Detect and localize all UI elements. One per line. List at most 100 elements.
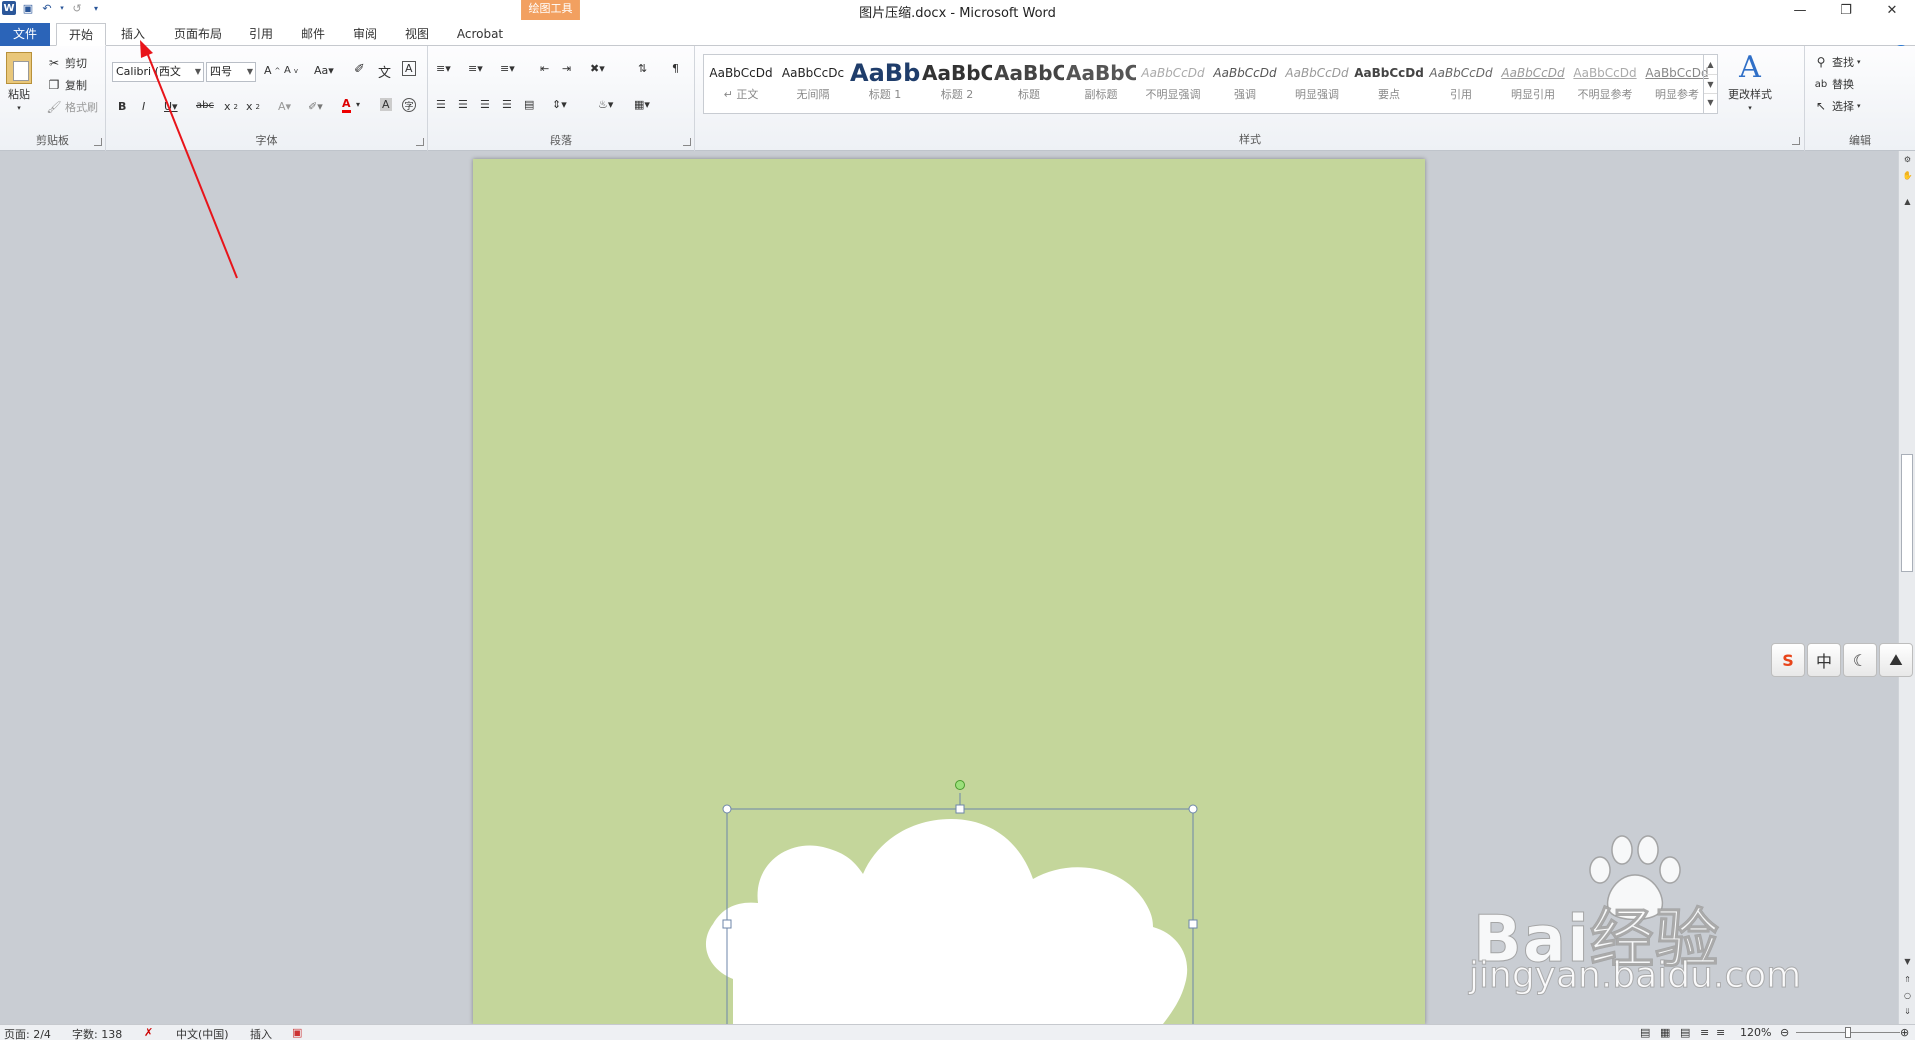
clipboard-launcher-icon[interactable] — [94, 138, 102, 146]
tab-view[interactable]: 视图 — [396, 23, 438, 46]
style-quote[interactable]: AaBbCcDd 引用 — [1426, 58, 1496, 112]
restore-button[interactable]: ❐ — [1823, 0, 1869, 20]
style-intense-reference[interactable]: AaBbCcDd 明显参考 — [1642, 58, 1712, 112]
change-styles-button[interactable]: A 更改样式 ▾ — [1728, 52, 1772, 113]
full-screen-view-icon[interactable]: ▦ — [1660, 1026, 1670, 1039]
phonetic-guide-icon[interactable]: 文 — [378, 62, 391, 81]
tab-acrobat[interactable]: Acrobat — [450, 23, 510, 46]
moon-icon[interactable]: ☾ — [1843, 643, 1877, 677]
style-no-spacing[interactable]: AaBbCcDc 无间隔 — [778, 58, 848, 112]
text-effects-icon[interactable]: A▾ — [278, 100, 291, 113]
outline-view-icon[interactable]: ≡ — [1700, 1026, 1709, 1039]
decrease-indent-icon[interactable]: ⇤ — [540, 62, 549, 75]
resize-handle-top[interactable] — [955, 804, 965, 814]
grow-font-icon[interactable]: A ^ — [264, 64, 280, 77]
font-size-field[interactable]: 四号 ▼ — [206, 62, 256, 82]
resize-handle-right[interactable] — [1188, 919, 1198, 929]
superscript-icon[interactable]: x2 — [246, 100, 260, 113]
justify-icon[interactable]: ☰ — [502, 98, 512, 111]
browse-icon[interactable]: ✋ — [1899, 171, 1915, 185]
font-color-icon[interactable]: A — [342, 98, 351, 113]
align-center-icon[interactable]: ☰ — [458, 98, 468, 111]
align-right-icon[interactable]: ☰ — [480, 98, 490, 111]
sogou-icon[interactable]: S — [1771, 643, 1805, 677]
style-intense-quote[interactable]: AaBbCcDd 明显引用 — [1498, 58, 1568, 112]
multilevel-list-icon[interactable]: ≡▾ — [500, 62, 515, 75]
gallery-down-icon[interactable]: ▼ — [1704, 74, 1717, 93]
style-strong[interactable]: AaBbCcDd 要点 — [1354, 58, 1424, 112]
zoom-level[interactable]: 120% — [1740, 1026, 1771, 1039]
line-spacing-icon[interactable]: ⇕▾ — [552, 98, 567, 111]
numbering-icon[interactable]: ≡▾ — [468, 62, 483, 75]
word-count[interactable]: 字数: 138 — [72, 1026, 122, 1040]
copy-button[interactable]: ❐ 复制 — [46, 77, 87, 93]
enclose-characters-icon[interactable]: 字 — [402, 98, 416, 112]
resize-handle-top-right[interactable] — [1188, 804, 1198, 814]
style-subtle-reference[interactable]: AaBbCcDd 不明显参考 — [1570, 58, 1640, 112]
resize-handle-top-left[interactable] — [722, 804, 732, 814]
style-emphasis[interactable]: AaBbCcDd 强调 — [1210, 58, 1280, 112]
chinese-layout-icon[interactable]: ✖▾ — [590, 62, 605, 75]
subscript-icon[interactable]: x2 — [224, 100, 238, 113]
tab-mailings[interactable]: 邮件 — [292, 23, 334, 46]
styles-launcher-icon[interactable] — [1792, 137, 1800, 145]
print-layout-view-icon[interactable]: ▤ — [1640, 1026, 1650, 1039]
draft-view-icon[interactable]: ≡ — [1716, 1026, 1725, 1039]
format-painter-button[interactable]: 🖌 格式刷 — [46, 99, 98, 115]
style-subtle-emphasis[interactable]: AaBbCcDd 不明显强调 — [1138, 58, 1208, 112]
find-button[interactable]: ⚲ 查找 ▾ — [1813, 54, 1861, 70]
gallery-up-icon[interactable]: ▲ — [1704, 55, 1717, 74]
increase-indent-icon[interactable]: ⇥ — [562, 62, 571, 75]
styles-gallery-scroll[interactable]: ▲ ▼ ▼ — [1703, 55, 1717, 113]
ime-mode-button[interactable]: 中 — [1807, 643, 1841, 677]
insert-mode-indicator[interactable]: 插入 — [250, 1026, 272, 1040]
shirt-icon[interactable]: ⛰ — [1879, 643, 1913, 677]
italic-icon[interactable]: I — [142, 100, 145, 113]
character-shading-icon[interactable]: A — [380, 98, 392, 111]
style-normal[interactable]: AaBbCcDd ↵ 正文 — [706, 58, 776, 112]
document-area[interactable] — [0, 151, 1898, 1024]
zoom-in-icon[interactable]: ⊕ — [1900, 1026, 1909, 1039]
language-indicator[interactable]: 中文(中国) — [176, 1026, 229, 1040]
page-indicator[interactable]: 页面: 2/4 — [4, 1026, 51, 1040]
cut-button[interactable]: ✂ 剪切 — [46, 55, 87, 71]
zoom-slider-thumb[interactable] — [1845, 1027, 1851, 1038]
document-page[interactable] — [473, 159, 1425, 1024]
font-name-field[interactable]: Calibri (西文 ▼ — [112, 62, 204, 82]
previous-page-icon[interactable]: ⇑ — [1899, 975, 1915, 989]
align-left-icon[interactable]: ☰ — [436, 98, 446, 111]
scrollbar-thumb[interactable] — [1901, 454, 1913, 572]
next-page-icon[interactable]: ⇓ — [1899, 1007, 1915, 1021]
font-launcher-icon[interactable] — [416, 138, 424, 146]
replace-button[interactable]: ab 替换 — [1813, 76, 1854, 92]
bullets-icon[interactable]: ≡▾ — [436, 62, 451, 75]
paragraph-launcher-icon[interactable] — [683, 138, 691, 146]
web-layout-view-icon[interactable]: ▤ — [1680, 1026, 1690, 1039]
shading-icon[interactable]: ♨▾ — [598, 98, 613, 111]
browse-object-icon[interactable]: ○ — [1899, 991, 1915, 1005]
strikethrough-icon[interactable]: abc — [196, 100, 214, 111]
tab-insert[interactable]: 插入 — [112, 23, 154, 46]
show-marks-icon[interactable]: ¶ — [672, 62, 679, 75]
ruler-toggle-icon[interactable]: ⚙ — [1899, 155, 1915, 169]
character-border-icon[interactable]: A — [402, 61, 416, 76]
borders-icon[interactable]: ▦▾ — [634, 98, 650, 111]
tab-page-layout[interactable]: 页面布局 — [166, 23, 230, 46]
resize-handle-left[interactable] — [722, 919, 732, 929]
highlight-icon[interactable]: ✐▾ — [308, 100, 323, 113]
zoom-out-icon[interactable]: ⊖ — [1780, 1026, 1789, 1039]
clear-format-icon[interactable]: ✐ — [354, 62, 365, 77]
font-color-dropdown-icon[interactable]: ▾ — [356, 100, 360, 109]
minimize-button[interactable]: — — [1777, 0, 1823, 20]
cloud-shape[interactable] — [705, 819, 1188, 1024]
sort-icon[interactable]: ⇅ — [638, 62, 647, 75]
rotate-handle[interactable] — [955, 780, 965, 790]
shrink-font-icon[interactable]: Av — [284, 65, 298, 76]
scroll-up-icon[interactable]: ▲ — [1899, 197, 1915, 211]
style-intense-emphasis[interactable]: AaBbCcDd 明显强调 — [1282, 58, 1352, 112]
tab-file[interactable]: 文件 — [0, 23, 50, 46]
tab-review[interactable]: 审阅 — [344, 23, 386, 46]
macro-icon[interactable]: ▣ — [292, 1026, 302, 1039]
style-subtitle[interactable]: AaBbC 副标题 — [1066, 58, 1136, 112]
underline-icon[interactable]: U▾ — [164, 100, 178, 113]
